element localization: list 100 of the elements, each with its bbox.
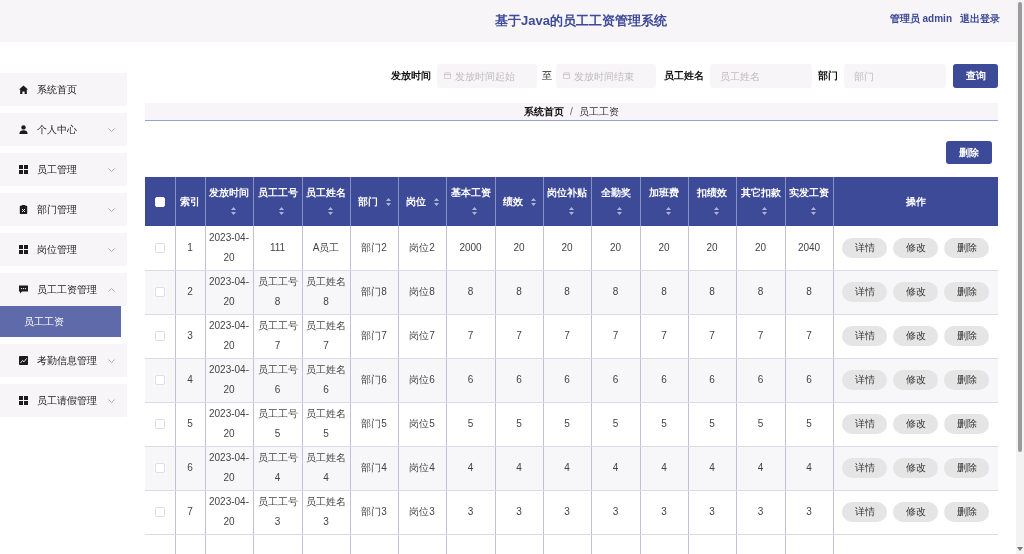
row-checkbox[interactable] bbox=[155, 375, 165, 385]
search-button[interactable]: 查询 bbox=[953, 64, 998, 88]
row-action-button[interactable]: 详情 bbox=[842, 458, 888, 478]
column-header[interactable]: 岗位补贴 bbox=[543, 177, 591, 226]
table-cell: 111 bbox=[253, 226, 302, 270]
select-all-checkbox[interactable] bbox=[155, 196, 165, 207]
column-header: 索引 bbox=[175, 177, 205, 226]
column-header[interactable]: 实发工资 bbox=[785, 177, 833, 226]
table-cell: 7 bbox=[736, 314, 785, 358]
sort-icon[interactable] bbox=[279, 206, 284, 215]
row-action-button[interactable]: 删除 bbox=[944, 282, 990, 302]
table-cell: 3 bbox=[446, 490, 495, 534]
column-header[interactable]: 岗位 bbox=[398, 177, 446, 226]
column-header[interactable]: 加班费 bbox=[640, 177, 688, 226]
row-action-button[interactable]: 修改 bbox=[893, 237, 939, 258]
column-header[interactable]: 扣绩效 bbox=[688, 177, 736, 226]
search-label: 员工姓名 bbox=[664, 69, 704, 83]
row-action-button[interactable]: 详情 bbox=[842, 282, 888, 302]
column-header[interactable]: 员工姓名 bbox=[302, 177, 350, 226]
table-cell: 8 bbox=[495, 270, 543, 314]
table-cell: 部门2 bbox=[350, 226, 398, 270]
table-cell: 4 bbox=[446, 446, 495, 490]
table-cell: 20 bbox=[495, 226, 543, 270]
row-action-button[interactable]: 修改 bbox=[893, 458, 939, 478]
column-header[interactable]: 全勤奖 bbox=[591, 177, 640, 226]
column-header[interactable]: 基本工资 bbox=[446, 177, 495, 226]
table-cell: 7 bbox=[446, 314, 495, 358]
row-checkbox[interactable] bbox=[155, 419, 165, 429]
table-cell: 6 bbox=[495, 358, 543, 402]
sidebar-item[interactable]: 员工管理 bbox=[0, 153, 127, 186]
table-cell: 部门3 bbox=[350, 490, 398, 534]
table-cell: 5 bbox=[785, 402, 833, 446]
table-cell: 6 bbox=[175, 446, 205, 490]
row-action-button[interactable]: 删除 bbox=[944, 458, 990, 478]
sidebar-item[interactable]: 员工工资管理 bbox=[0, 273, 127, 306]
row-action-button[interactable]: 删除 bbox=[944, 370, 990, 390]
column-header[interactable]: 员工工号 bbox=[253, 177, 302, 226]
delete-button[interactable]: 删除 bbox=[946, 141, 992, 164]
row-action-button[interactable]: 详情 bbox=[842, 237, 888, 258]
row-action-button[interactable]: 详情 bbox=[842, 502, 888, 522]
row-checkbox[interactable] bbox=[155, 331, 165, 341]
table-cell: 员工工号4 bbox=[253, 446, 302, 490]
column-header[interactable]: 其它扣款 bbox=[736, 177, 785, 226]
table-cell: 5 bbox=[175, 402, 205, 446]
sort-icon[interactable] bbox=[568, 206, 574, 215]
sort-icon[interactable] bbox=[385, 197, 391, 206]
table-cell: 6 bbox=[591, 358, 640, 402]
breadcrumb-link[interactable]: 系统首页 bbox=[524, 104, 565, 119]
breadcrumb-current: 员工工资 bbox=[578, 104, 619, 119]
sort-icon[interactable] bbox=[472, 206, 477, 215]
sort-icon[interactable] bbox=[433, 197, 439, 206]
sort-icon[interactable] bbox=[327, 206, 333, 215]
table-cell: 员工工号7 bbox=[253, 314, 302, 358]
sort-icon[interactable] bbox=[665, 206, 671, 215]
row-checkbox[interactable] bbox=[155, 287, 165, 297]
sidebar-item[interactable]: 考勤信息管理 bbox=[0, 344, 127, 377]
sort-icon[interactable] bbox=[762, 206, 767, 215]
sidebar-subitem[interactable]: 员工工资 bbox=[0, 306, 121, 337]
sidebar-item[interactable]: 系统首页 bbox=[0, 73, 127, 106]
table-cell: 岗位4 bbox=[398, 446, 446, 490]
chart-icon bbox=[19, 356, 28, 365]
column-header[interactable]: 绩效 bbox=[495, 177, 543, 226]
table-cell: 8 bbox=[543, 270, 591, 314]
row-action-button[interactable]: 详情 bbox=[842, 326, 888, 346]
sort-icon[interactable] bbox=[230, 206, 236, 215]
sort-icon[interactable] bbox=[713, 206, 719, 215]
sidebar-item[interactable]: 员工请假管理 bbox=[0, 384, 127, 417]
column-header[interactable]: 部门 bbox=[350, 177, 398, 226]
sort-icon[interactable] bbox=[810, 206, 816, 215]
home-icon bbox=[19, 85, 28, 94]
arrow-down-icon[interactable] bbox=[1017, 547, 1023, 551]
row-action-button[interactable]: 删除 bbox=[944, 326, 990, 346]
sort-icon[interactable] bbox=[617, 206, 622, 215]
scrollbar-thumb[interactable] bbox=[1018, 2, 1022, 452]
row-action-button[interactable]: 删除 bbox=[944, 502, 990, 522]
row-action-button[interactable]: 修改 bbox=[893, 282, 939, 302]
table-cell: 20 bbox=[543, 226, 591, 270]
row-action-button[interactable]: 删除 bbox=[944, 414, 990, 434]
sidebar-item[interactable]: 部门管理 bbox=[0, 193, 127, 226]
row-checkbox[interactable] bbox=[155, 507, 165, 517]
row-action-button[interactable]: 删除 bbox=[944, 237, 990, 258]
table-cell: 5 bbox=[688, 402, 736, 446]
sidebar-item[interactable]: 个人中心 bbox=[0, 113, 127, 146]
row-action-button[interactable]: 修改 bbox=[893, 370, 939, 390]
table-cell: 员工工号8 bbox=[253, 270, 302, 314]
table-cell: 5 bbox=[446, 402, 495, 446]
row-action-button[interactable]: 详情 bbox=[842, 370, 888, 390]
row-action-button[interactable]: 修改 bbox=[893, 326, 939, 346]
logout-link[interactable]: 退出登录 bbox=[960, 12, 1000, 26]
table-cell: 8 bbox=[736, 270, 785, 314]
sidebar-item[interactable]: 岗位管理 bbox=[0, 233, 127, 266]
scrollbar-track[interactable] bbox=[1016, 0, 1024, 554]
row-checkbox[interactable] bbox=[155, 463, 165, 473]
row-action-button[interactable]: 修改 bbox=[893, 414, 939, 434]
row-action-button[interactable]: 修改 bbox=[893, 502, 939, 522]
column-header[interactable]: 发放时间 bbox=[205, 177, 253, 226]
table-cell: 4 bbox=[175, 358, 205, 402]
sort-icon[interactable] bbox=[530, 197, 536, 206]
row-checkbox[interactable] bbox=[155, 242, 165, 253]
row-action-button[interactable]: 详情 bbox=[842, 414, 888, 434]
